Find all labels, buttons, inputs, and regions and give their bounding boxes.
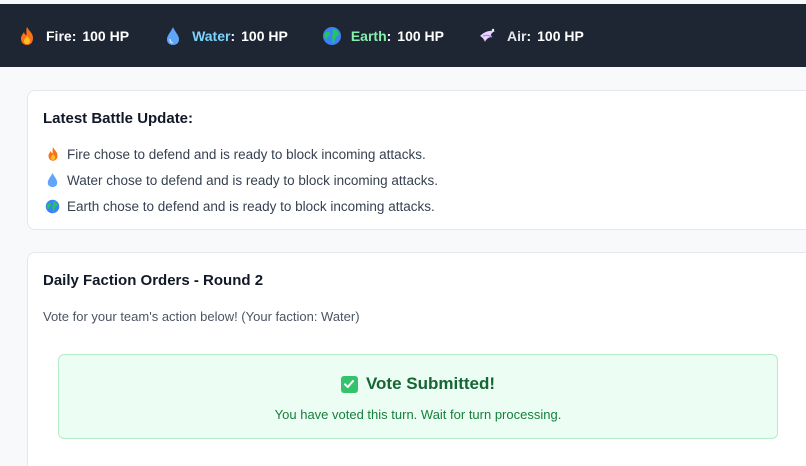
- faction-orders-card: Daily Faction Orders - Round 2 Vote for …: [27, 252, 806, 466]
- faction-hp-water: 100 HP: [241, 27, 288, 44]
- battle-update-text: Water chose to defend and is ready to bl…: [67, 172, 438, 188]
- fire-icon: [45, 146, 60, 162]
- faction-hp-air: 100 HP: [537, 27, 584, 44]
- battle-update-text: Fire chose to defend and is ready to blo…: [67, 146, 426, 162]
- vote-submitted-title: Vote Submitted!: [365, 374, 496, 393]
- faction-orders-subtitle: Vote for your team's action below! (Your…: [43, 309, 360, 324]
- faction-hp-earth: 100 HP: [397, 27, 444, 44]
- list-item: Fire chose to defend and is ready to blo…: [45, 141, 438, 167]
- faction-stat-fire: Fire: 100 HP: [17, 26, 129, 46]
- check-mark-icon: [340, 375, 358, 393]
- faction-name-water: Water: [192, 27, 231, 44]
- fire-icon: [17, 26, 37, 46]
- faction-stat-air: Air: 100 HP: [478, 26, 584, 46]
- faction-orders-title: Daily Faction Orders - Round 2: [43, 272, 264, 289]
- faction-stat-water: Water: 100 HP: [163, 26, 288, 46]
- water-drop-icon: [45, 172, 60, 188]
- faction-hp-fire: 100 HP: [82, 27, 130, 44]
- list-item: Water chose to defend and is ready to bl…: [45, 167, 438, 193]
- vote-confirmation: Vote Submitted! You have voted this turn…: [58, 354, 778, 439]
- faction-status-bar: Fire: 100 HP Water: 100 HP Earth: 100 HP…: [0, 4, 806, 67]
- earth-globe-icon: [45, 198, 60, 214]
- battle-update-list: Fire chose to defend and is ready to blo…: [45, 141, 438, 219]
- wind-icon: [478, 26, 498, 46]
- faction-name-fire: Fire: [46, 27, 72, 44]
- water-drop-icon: [163, 26, 183, 46]
- faction-stat-earth: Earth: 100 HP: [322, 26, 444, 46]
- battle-update-card: Latest Battle Update: Fire chose to defe…: [27, 90, 806, 230]
- vote-submitted-message: You have voted this turn. Wait for turn …: [274, 407, 562, 422]
- list-item: Earth chose to defend and is ready to bl…: [45, 193, 438, 219]
- battle-update-title: Latest Battle Update:: [43, 110, 194, 127]
- battle-update-text: Earth chose to defend and is ready to bl…: [67, 198, 435, 214]
- faction-name-earth: Earth: [350, 27, 387, 44]
- faction-name-air: Air: [507, 27, 527, 44]
- earth-globe-icon: [322, 26, 342, 46]
